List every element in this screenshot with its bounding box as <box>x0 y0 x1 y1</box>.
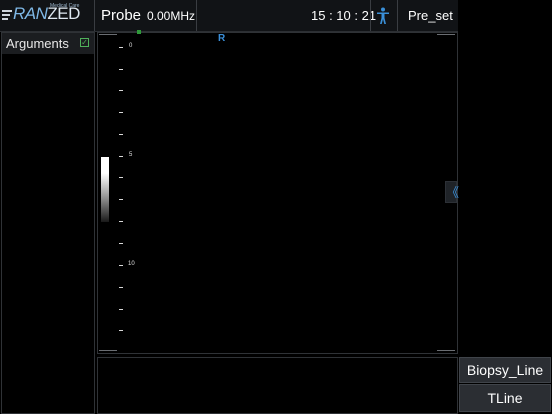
arguments-panel <box>1 32 95 414</box>
check-icon[interactable]: ✓ <box>80 38 89 47</box>
depth-tick <box>119 47 123 48</box>
depth-tick <box>119 199 123 200</box>
topbar-divider <box>370 0 371 31</box>
depth-tick <box>119 90 123 91</box>
ultrasound-image-area[interactable] <box>97 32 458 354</box>
logo-main-text: RAN <box>13 4 48 23</box>
orientation-dot <box>137 30 141 34</box>
orientation-marker: R <box>218 33 226 44</box>
depth-tick <box>119 287 123 288</box>
corner-mark <box>437 34 455 35</box>
tline-button[interactable]: TLine <box>459 384 551 412</box>
depth-tick <box>119 177 123 178</box>
grayscale-bar <box>101 157 109 222</box>
topbar-divider <box>397 0 398 31</box>
arguments-title: Arguments <box>6 36 69 51</box>
depth-tick <box>119 156 123 157</box>
probe-frequency: 0.00MHz <box>147 8 196 23</box>
depth-tick <box>119 221 123 222</box>
depth-tick <box>119 243 123 244</box>
depth-tick <box>119 309 123 310</box>
person-icon[interactable] <box>376 7 390 25</box>
depth-tick <box>119 134 123 135</box>
corner-mark <box>99 34 117 35</box>
depth-tick <box>119 112 123 113</box>
topbar-divider <box>94 0 95 31</box>
corner-mark <box>437 350 455 351</box>
probe-label[interactable]: Probe <box>101 0 141 31</box>
depth-label: 10 <box>128 261 135 267</box>
depth-label: 5 <box>129 152 133 158</box>
corner-mark <box>99 350 117 351</box>
clock-time: 15 : 10 : 21 <box>311 8 377 23</box>
bottom-info-area <box>97 357 458 414</box>
logo-subtitle: Medical Care <box>50 3 80 9</box>
collapse-panel-button[interactable]: 《 <box>445 181 459 203</box>
person-icon-svg <box>377 7 389 24</box>
depth-tick <box>119 330 123 331</box>
preset-button[interactable]: Pre_set <box>408 0 453 31</box>
depth-label: 0 <box>129 43 133 49</box>
topbar-divider <box>196 0 197 31</box>
depth-tick <box>119 265 123 266</box>
depth-tick <box>119 69 123 70</box>
biopsy-line-button[interactable]: Biopsy_Line <box>459 357 551 383</box>
right-empty-area <box>458 0 552 357</box>
menu-icon[interactable] <box>2 10 12 21</box>
